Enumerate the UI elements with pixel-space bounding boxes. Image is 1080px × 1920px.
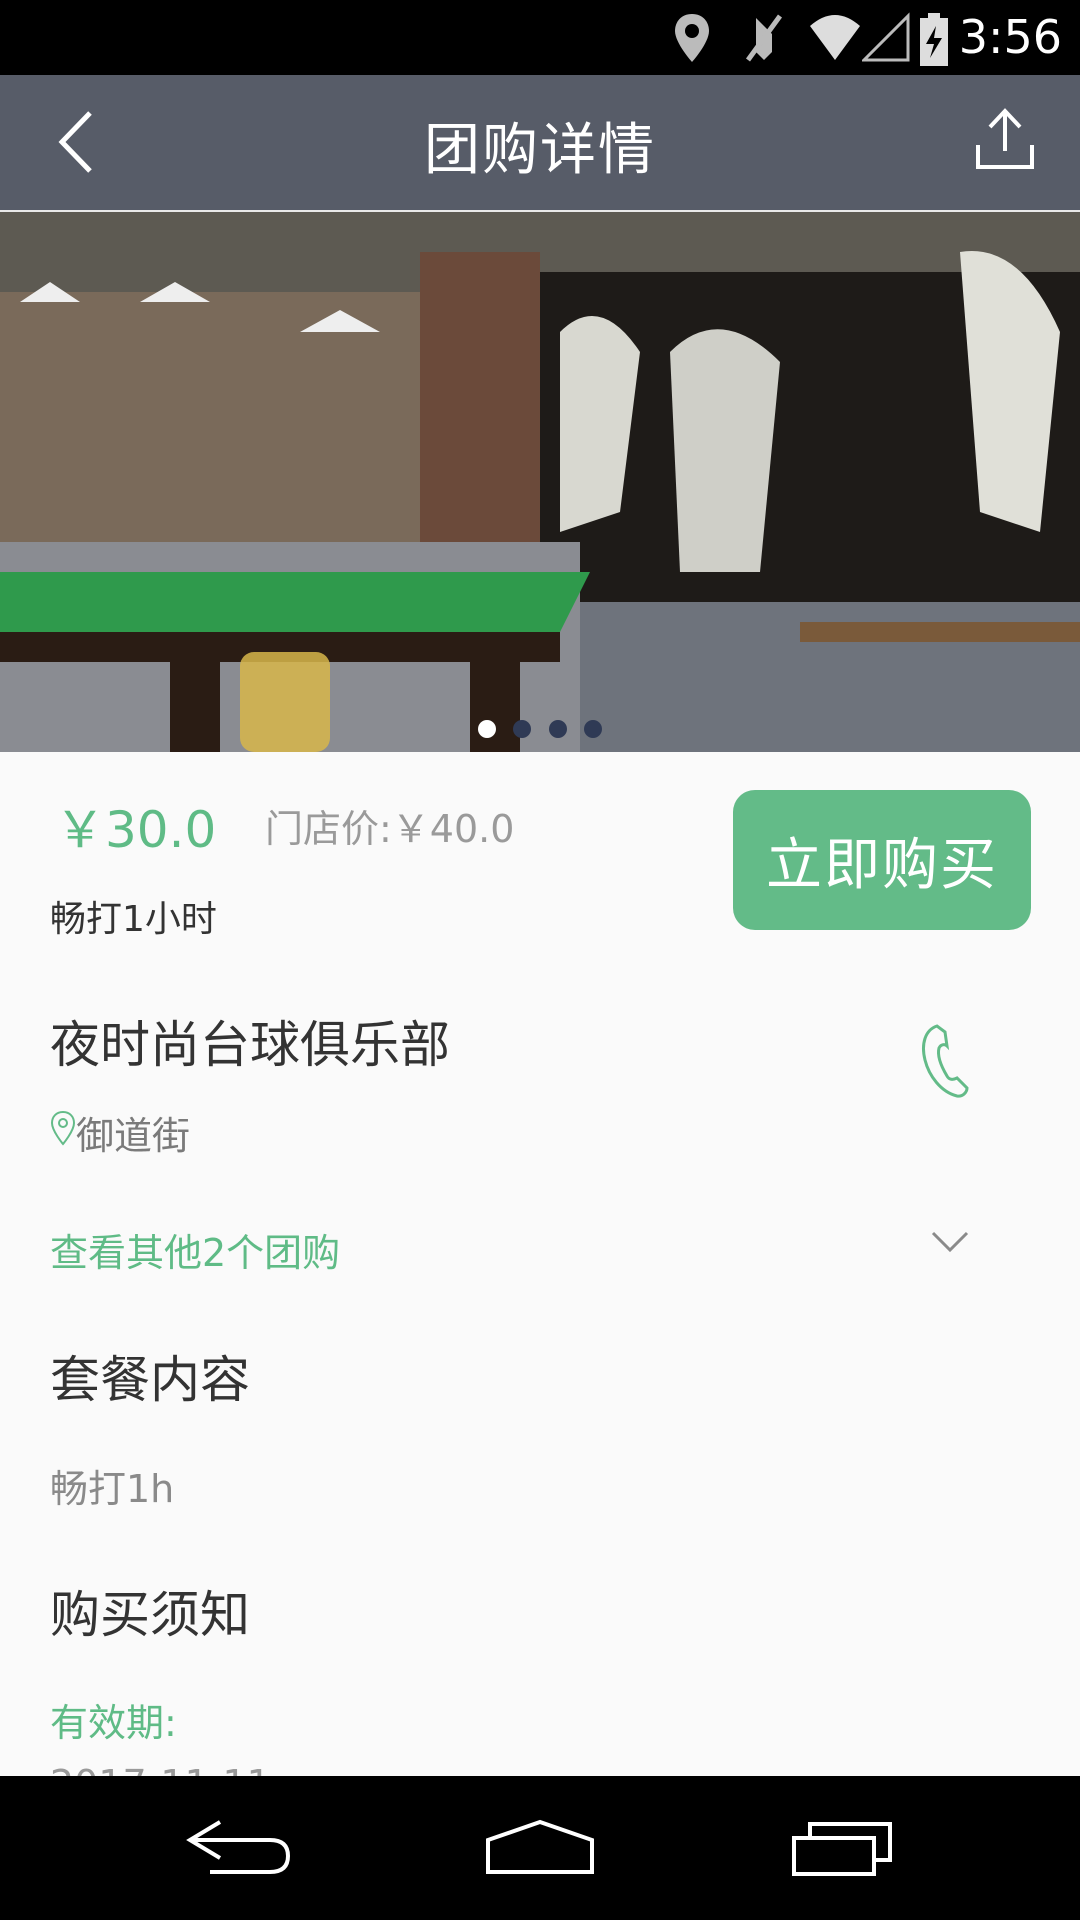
store-name[interactable]: 夜时尚台球俱乐部 (50, 1005, 450, 1077)
signal-icon (860, 12, 910, 68)
location-icon (672, 12, 712, 68)
nav-home-button[interactable] (480, 1806, 600, 1886)
chevron-down-icon[interactable] (930, 1230, 970, 1254)
billiard-hall-photo (0, 212, 1080, 752)
deal-subtitle: 畅打1小时 (50, 899, 217, 940)
deal-image-carousel[interactable] (0, 212, 1080, 752)
package-section-title: 套餐内容 (50, 1351, 250, 1409)
call-button[interactable] (915, 1020, 975, 1100)
notice-section-title: 购买须知 (50, 1586, 250, 1644)
system-nav-bar (0, 1776, 1080, 1920)
buy-now-button[interactable]: 立即购买 (733, 790, 1031, 930)
share-upload-icon (976, 108, 1034, 169)
nav-back-button[interactable] (180, 1806, 300, 1886)
carousel-dot[interactable] (583, 720, 602, 738)
location-pin-icon (50, 1110, 76, 1146)
mute-icon (742, 12, 786, 68)
carousel-dot[interactable] (548, 720, 567, 738)
home-icon (486, 1819, 594, 1874)
store-location[interactable]: 御道街 (76, 1105, 190, 1160)
wifi-icon (808, 12, 862, 68)
battery-charging-icon (918, 12, 950, 72)
carousel-dot[interactable] (513, 720, 532, 738)
phone-icon (922, 1024, 969, 1098)
original-price: 门店价:￥40.0 (265, 807, 515, 851)
carousel-dot[interactable] (478, 720, 497, 738)
status-bar: 3:56 (0, 0, 1080, 75)
more-deals-link[interactable]: 查看其他2个团购 (50, 1222, 340, 1277)
nav-recents-button[interactable] (780, 1806, 900, 1886)
share-button[interactable] (970, 105, 1040, 175)
package-content: 畅打1h (50, 1467, 175, 1511)
status-time: 3:56 (958, 10, 1062, 64)
page-title: 团购详情 (424, 118, 656, 183)
validity-label: 有效期: (50, 1701, 177, 1745)
recents-icon (792, 1822, 892, 1876)
header-bar: 团购详情 (0, 75, 1080, 212)
deal-price: ￥30.0 (55, 801, 217, 859)
carousel-indicator (0, 720, 1080, 742)
back-icon (186, 1820, 291, 1874)
